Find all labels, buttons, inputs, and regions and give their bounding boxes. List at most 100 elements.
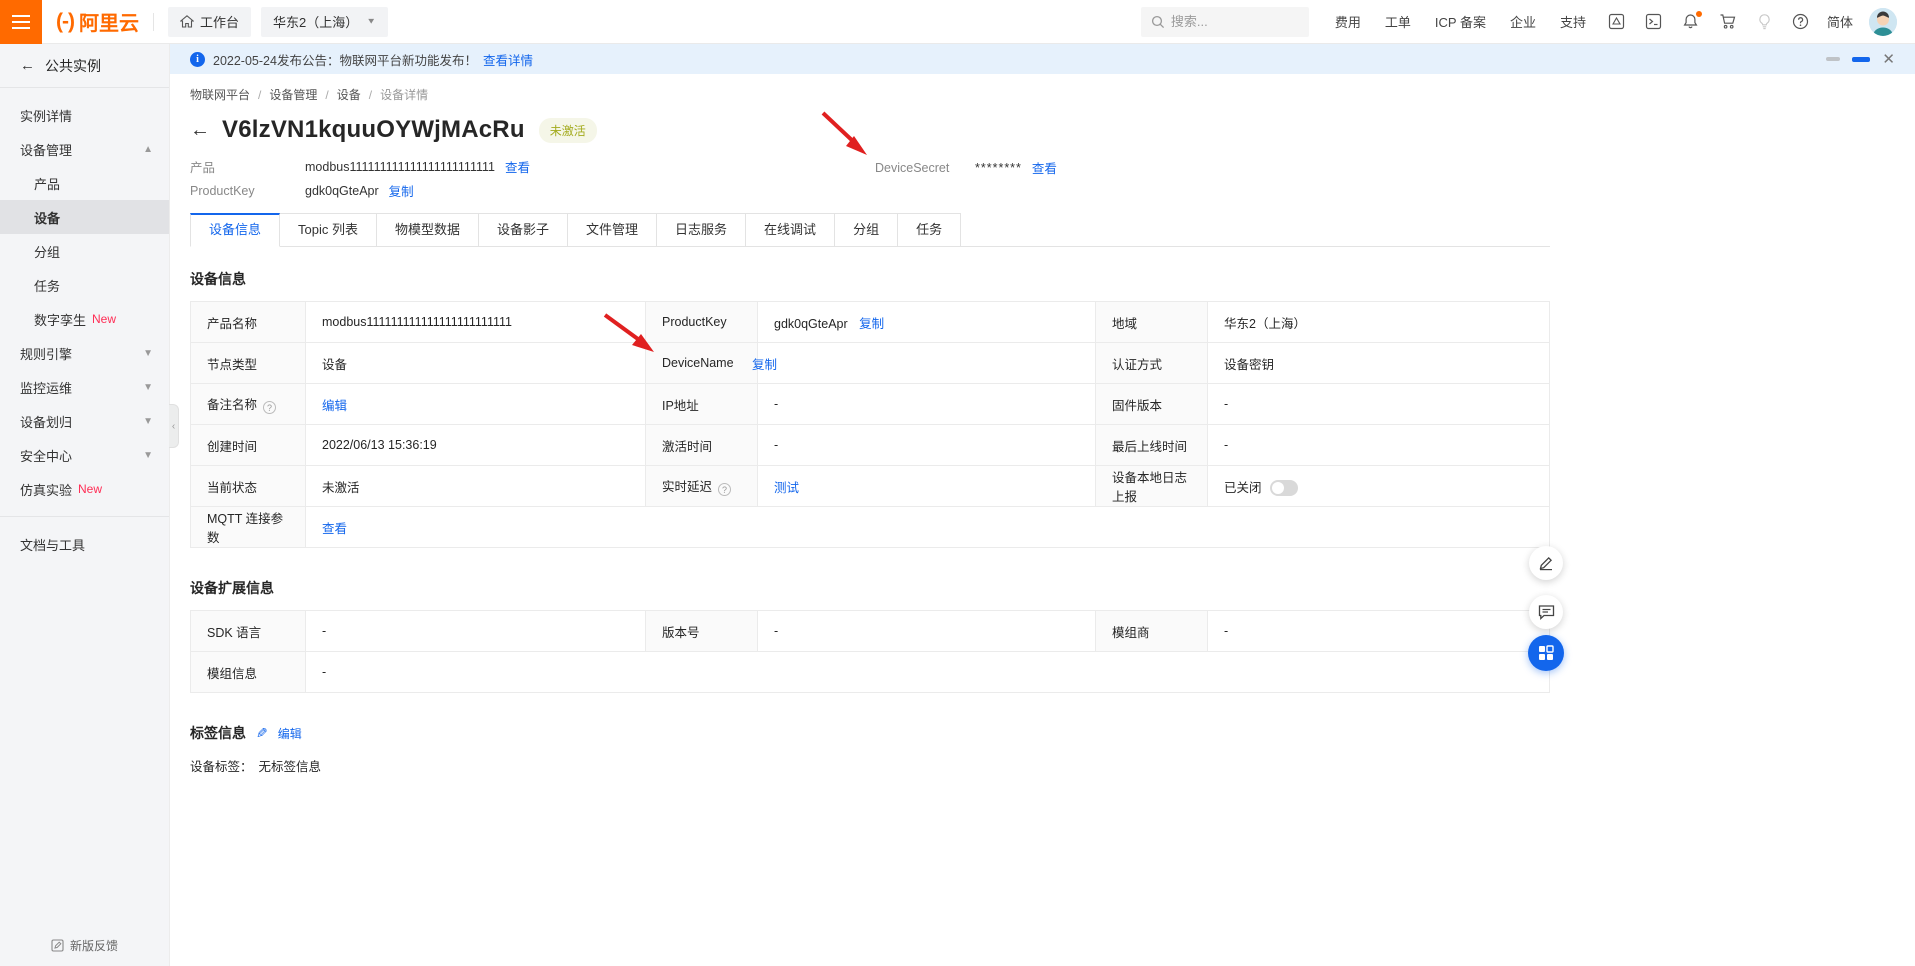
tab-jobs[interactable]: 任务 [898, 213, 961, 247]
help-icon[interactable] [1792, 13, 1809, 30]
carousel-dot-inactive[interactable] [1826, 57, 1840, 61]
sidebar-item-devices[interactable]: 设备 [0, 200, 169, 234]
devicesecret-view-link[interactable]: 查看 [1032, 158, 1057, 177]
aliyun-logo[interactable]: (-) 阿里云 [56, 7, 139, 36]
productkey-copy-link[interactable]: 复制 [389, 181, 414, 200]
sidebar-item-instance-detail[interactable]: 实例详情 [0, 98, 169, 132]
productkey-row: ProductKey gdk0qGteApr 复制 [190, 181, 1895, 200]
workbench-label: 工作台 [200, 12, 239, 31]
latency-test-link[interactable]: 测试 [774, 481, 799, 495]
breadcrumb-item[interactable]: 设备 [337, 86, 361, 103]
feedback-fab[interactable] [1529, 595, 1563, 629]
sidebar-item-docs-tools[interactable]: 文档与工具 [0, 527, 169, 561]
menu-enterprise[interactable]: 企业 [1510, 12, 1536, 31]
info-value-cell: - [758, 384, 1096, 425]
region-selector[interactable]: 华东2（上海） ▼ [261, 7, 388, 37]
info-label-cell: 最后上线时间 [1096, 425, 1208, 466]
device-ext-table: SDK 语言 - 版本号 - 模组商 - 模组信息 - [190, 610, 1550, 693]
back-icon[interactable]: ← [190, 119, 210, 142]
sidebar-item-monitoring[interactable]: 监控运维 ▼ [0, 370, 169, 404]
product-view-link[interactable]: 查看 [505, 157, 530, 176]
close-icon[interactable]: ✕ [1882, 52, 1895, 67]
local-log-toggle[interactable] [1270, 480, 1298, 496]
shortcuts-fab[interactable] [1528, 635, 1564, 671]
sidebar-header-label: 公共实例 [45, 56, 101, 76]
tab-device-info[interactable]: 设备信息 [190, 213, 280, 247]
info-label-cell: 固件版本 [1096, 384, 1208, 425]
device-info-table: 产品名称 modbus111111111111111111111111 Prod… [190, 301, 1550, 548]
info-label-cell: 创建时间 [191, 425, 306, 466]
title-row: ← V6lzVN1kquuOYWjMAcRu 未激活 [190, 116, 1895, 144]
cart-icon[interactable] [1719, 13, 1737, 30]
table-row: 节点类型 设备 DeviceName 复制 认证方式 设备密钥 [191, 343, 1550, 384]
sidebar-item-security-center[interactable]: 安全中心 ▼ [0, 438, 169, 472]
menu-icp[interactable]: ICP 备案 [1435, 12, 1486, 31]
tab-groups[interactable]: 分组 [835, 213, 898, 247]
latency-label: 实时延迟 [662, 480, 712, 494]
sidebar-item-label: 分组 [34, 242, 60, 261]
help-icon[interactable]: ? [718, 483, 731, 496]
sidebar-item-label: 文档与工具 [20, 535, 85, 554]
pencil-icon[interactable]: ✎ [256, 725, 268, 742]
tab-device-shadow[interactable]: 设备影子 [479, 213, 568, 247]
tab-log-service[interactable]: 日志服务 [657, 213, 746, 247]
mqtt-params-view-link[interactable]: 查看 [322, 522, 347, 536]
main-area: i 2022-05-24发布公告：物联网平台新功能发布！ 查看详情 ✕ 物联网平… [170, 44, 1915, 966]
info-label-cell: 备注名称? [191, 384, 306, 425]
sidebar-item-rules-engine[interactable]: 规则引擎 ▼ [0, 336, 169, 370]
console-icon[interactable] [1645, 13, 1662, 30]
sidebar-item-groups[interactable]: 分组 [0, 234, 169, 268]
ext-value-cell: - [306, 611, 646, 652]
divider [0, 516, 169, 517]
announcement-detail-link[interactable]: 查看详情 [483, 50, 533, 69]
sidebar-item-jobs[interactable]: 任务 [0, 268, 169, 302]
sidebar-item-device-management[interactable]: 设备管理 ▲ [0, 132, 169, 166]
sidebar-item-products[interactable]: 产品 [0, 166, 169, 200]
sidebar-item-simulation[interactable]: 仿真实验 New [0, 472, 169, 506]
menu-billing[interactable]: 费用 [1335, 12, 1361, 31]
devicename-copy-link[interactable]: 复制 [752, 358, 777, 372]
breadcrumb-item[interactable]: 物联网平台 [190, 86, 250, 103]
tab-tsl-data[interactable]: 物模型数据 [377, 213, 479, 247]
workbench-button[interactable]: 工作台 [168, 7, 251, 37]
app-icon[interactable] [1608, 13, 1625, 30]
info-label-cell: DeviceName [646, 343, 758, 384]
avatar[interactable] [1869, 8, 1897, 36]
info-value-cell: 查看 [306, 507, 1550, 548]
tab-topic-list[interactable]: Topic 列表 [280, 213, 377, 247]
sidebar-item-label: 产品 [34, 174, 60, 193]
back-icon[interactable]: ← [20, 57, 35, 74]
edit-fab[interactable] [1529, 546, 1563, 580]
global-search[interactable] [1141, 7, 1309, 37]
help-icon[interactable]: ? [263, 401, 276, 414]
tab-online-debug[interactable]: 在线调试 [746, 213, 835, 247]
sidebar-item-device-allocation[interactable]: 设备划归 ▼ [0, 404, 169, 438]
menu-tickets[interactable]: 工单 [1385, 12, 1411, 31]
feedback-button[interactable]: 新版反馈 [0, 937, 169, 954]
carousel-dot-active[interactable] [1852, 57, 1870, 62]
section-title-ext-info: 设备扩展信息 [190, 578, 1895, 598]
productkey-cell-copy-link[interactable]: 复制 [859, 317, 884, 331]
tags-edit-link[interactable]: 编辑 [278, 725, 302, 742]
language-switch[interactable]: 简体 [1827, 12, 1853, 31]
notification-icon[interactable] [1682, 13, 1699, 30]
info-label-cell: 地域 [1096, 302, 1208, 343]
hamburger-menu-icon[interactable] [0, 0, 42, 44]
lightbulb-icon[interactable] [1757, 13, 1772, 30]
search-input[interactable] [1171, 14, 1291, 29]
info-label-cell: 产品名称 [191, 302, 306, 343]
info-value-cell: - [758, 425, 1096, 466]
info-value-cell: 已关闭 [1208, 466, 1550, 507]
topbar: (-) 阿里云 工作台 华东2（上海） ▼ 费用 工单 ICP 备案 企业 支持 [0, 0, 1915, 44]
breadcrumb-item[interactable]: 设备管理 [269, 86, 317, 103]
tab-file-management[interactable]: 文件管理 [568, 213, 657, 247]
info-label-cell: MQTT 连接参数 [191, 507, 306, 548]
sidebar-collapse-handle[interactable]: ‹ [169, 404, 179, 448]
menu-support[interactable]: 支持 [1560, 12, 1586, 31]
sidebar-item-digital-twin[interactable]: 数字孪生 New [0, 302, 169, 336]
remark-edit-link[interactable]: 编辑 [322, 399, 347, 413]
devicesecret-row: DeviceSecret ******** 查看 [875, 158, 1057, 177]
sidebar-item-label: 设备划归 [20, 412, 72, 431]
product-value: modbus111111111111111111111111 [305, 160, 495, 174]
breadcrumb: 物联网平台/ 设备管理/ 设备/ 设备详情 [190, 86, 1895, 103]
